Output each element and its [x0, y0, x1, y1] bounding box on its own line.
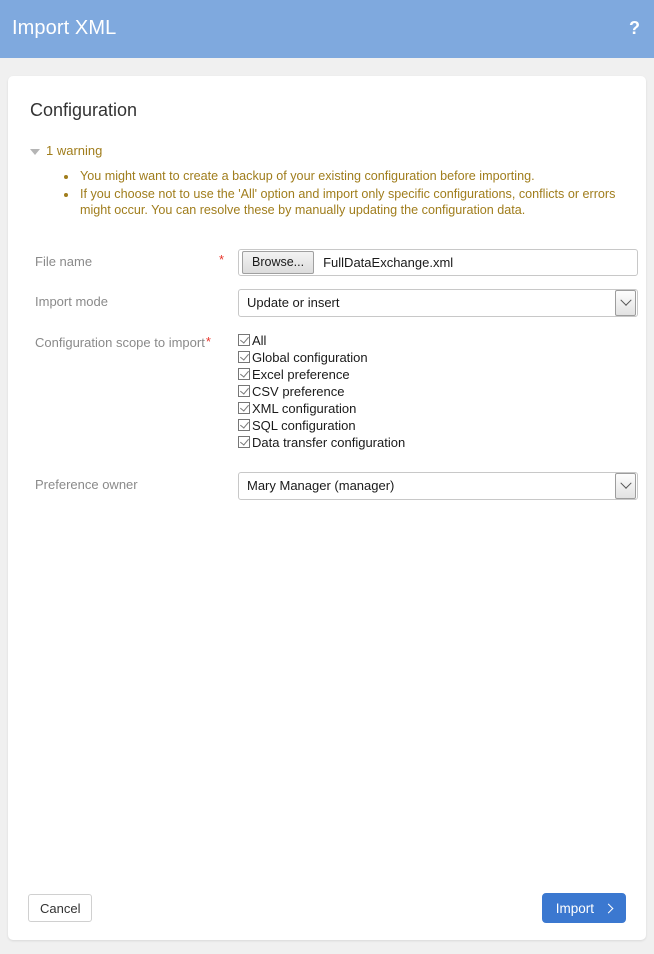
configuration-scope-checkbox-group: All Global configuration Excel preferenc…	[238, 330, 626, 451]
scope-label-wrap: Configuration scope to import*	[28, 330, 238, 350]
checkbox-row-xml-configuration[interactable]: XML configuration	[238, 400, 356, 417]
preference-owner-value: Mary Manager (manager)	[247, 478, 395, 493]
chevron-right-icon	[603, 903, 614, 913]
warning-toggle[interactable]: 1 warning	[30, 143, 102, 158]
chevron-down-icon[interactable]	[615, 472, 636, 499]
file-name-required-marker: *	[219, 251, 225, 267]
import-mode-select[interactable]: Update or insert	[238, 288, 638, 317]
import-button[interactable]: Import	[541, 893, 626, 923]
checkbox-sql-configuration[interactable]	[238, 419, 250, 431]
import-mode-value: Update or insert	[247, 295, 340, 310]
configuration-card: Configuration 1 warning You might want t…	[8, 76, 646, 940]
file-name-label: File name	[35, 253, 93, 269]
checkbox-label-data-transfer-configuration: Data transfer configuration	[252, 434, 406, 450]
warning-item: You might want to create a backup of you…	[78, 168, 626, 185]
form-row-file-name: File name * Browse... FullDataExchange.x…	[28, 248, 638, 276]
checkbox-xml-configuration[interactable]	[238, 402, 250, 414]
checkbox-label-all: All	[252, 332, 267, 348]
form-row-import-mode: Import mode Update or insert	[28, 288, 638, 317]
file-name-label-wrap: File name *	[28, 249, 238, 269]
selected-file-name: FullDataExchange.xml	[323, 254, 454, 270]
checkbox-row-all[interactable]: All	[238, 332, 266, 349]
preference-owner-select[interactable]: Mary Manager (manager)	[238, 471, 638, 500]
checkbox-row-excel-preference[interactable]: Excel preference	[238, 366, 350, 383]
cancel-button[interactable]: Cancel	[28, 894, 93, 922]
triangle-down-icon	[30, 148, 40, 155]
preference-owner-label: Preference owner	[35, 476, 138, 492]
checkbox-row-csv-preference[interactable]: CSV preference	[238, 383, 345, 400]
card-body: Configuration 1 warning You might want t…	[8, 76, 646, 876]
checkbox-all[interactable]	[238, 334, 250, 346]
preference-owner-label-wrap: Preference owner	[28, 472, 238, 492]
warning-list: You might want to create a backup of you…	[28, 168, 626, 219]
checkbox-csv-preference[interactable]	[238, 385, 250, 397]
file-input[interactable]: Browse... FullDataExchange.xml	[238, 248, 638, 276]
checkbox-label-xml-configuration: XML configuration	[252, 400, 357, 416]
preference-owner-field-wrap: Mary Manager (manager)	[238, 471, 638, 500]
checkbox-row-global-configuration[interactable]: Global configuration	[238, 349, 368, 366]
checkbox-label-global-configuration: Global configuration	[252, 349, 368, 365]
checkbox-label-csv-preference: CSV preference	[252, 383, 345, 399]
page-title: Import XML	[12, 17, 117, 39]
warning-item: If you choose not to use the 'All' optio…	[78, 186, 626, 219]
scope-field-wrap: All Global configuration Excel preferenc…	[238, 330, 626, 451]
checkbox-data-transfer-configuration[interactable]	[238, 436, 250, 448]
checkbox-label-excel-preference: Excel preference	[252, 366, 350, 382]
checkbox-row-data-transfer-configuration[interactable]: Data transfer configuration	[238, 434, 405, 451]
import-mode-label-wrap: Import mode	[28, 289, 238, 309]
form-row-configuration-scope: Configuration scope to import* All Globa…	[28, 330, 626, 451]
warning-summary-label: 1 warning	[46, 143, 103, 158]
import-mode-label: Import mode	[35, 293, 108, 309]
import-form: File name * Browse... FullDataExchange.x…	[28, 248, 638, 500]
checkbox-excel-preference[interactable]	[238, 368, 250, 380]
import-button-label: Import	[555, 900, 594, 916]
window-titlebar: Import XML ?	[0, 0, 654, 58]
section-title: Configuration	[30, 100, 138, 120]
import-mode-field-wrap: Update or insert	[238, 288, 638, 317]
checkbox-row-sql-configuration[interactable]: SQL configuration	[238, 417, 356, 434]
configuration-scope-label: Configuration scope to import	[35, 334, 205, 350]
checkbox-label-sql-configuration: SQL configuration	[252, 417, 356, 433]
form-row-preference-owner: Preference owner Mary Manager (manager)	[28, 471, 638, 500]
file-name-field-wrap: Browse... FullDataExchange.xml	[238, 248, 638, 276]
card-footer: Cancel Import	[8, 876, 646, 940]
chevron-down-icon[interactable]	[615, 289, 636, 316]
help-icon[interactable]: ?	[629, 17, 640, 39]
scope-required-marker: *	[205, 333, 211, 349]
browse-button[interactable]: Browse...	[242, 250, 315, 274]
checkbox-global-configuration[interactable]	[238, 351, 250, 363]
